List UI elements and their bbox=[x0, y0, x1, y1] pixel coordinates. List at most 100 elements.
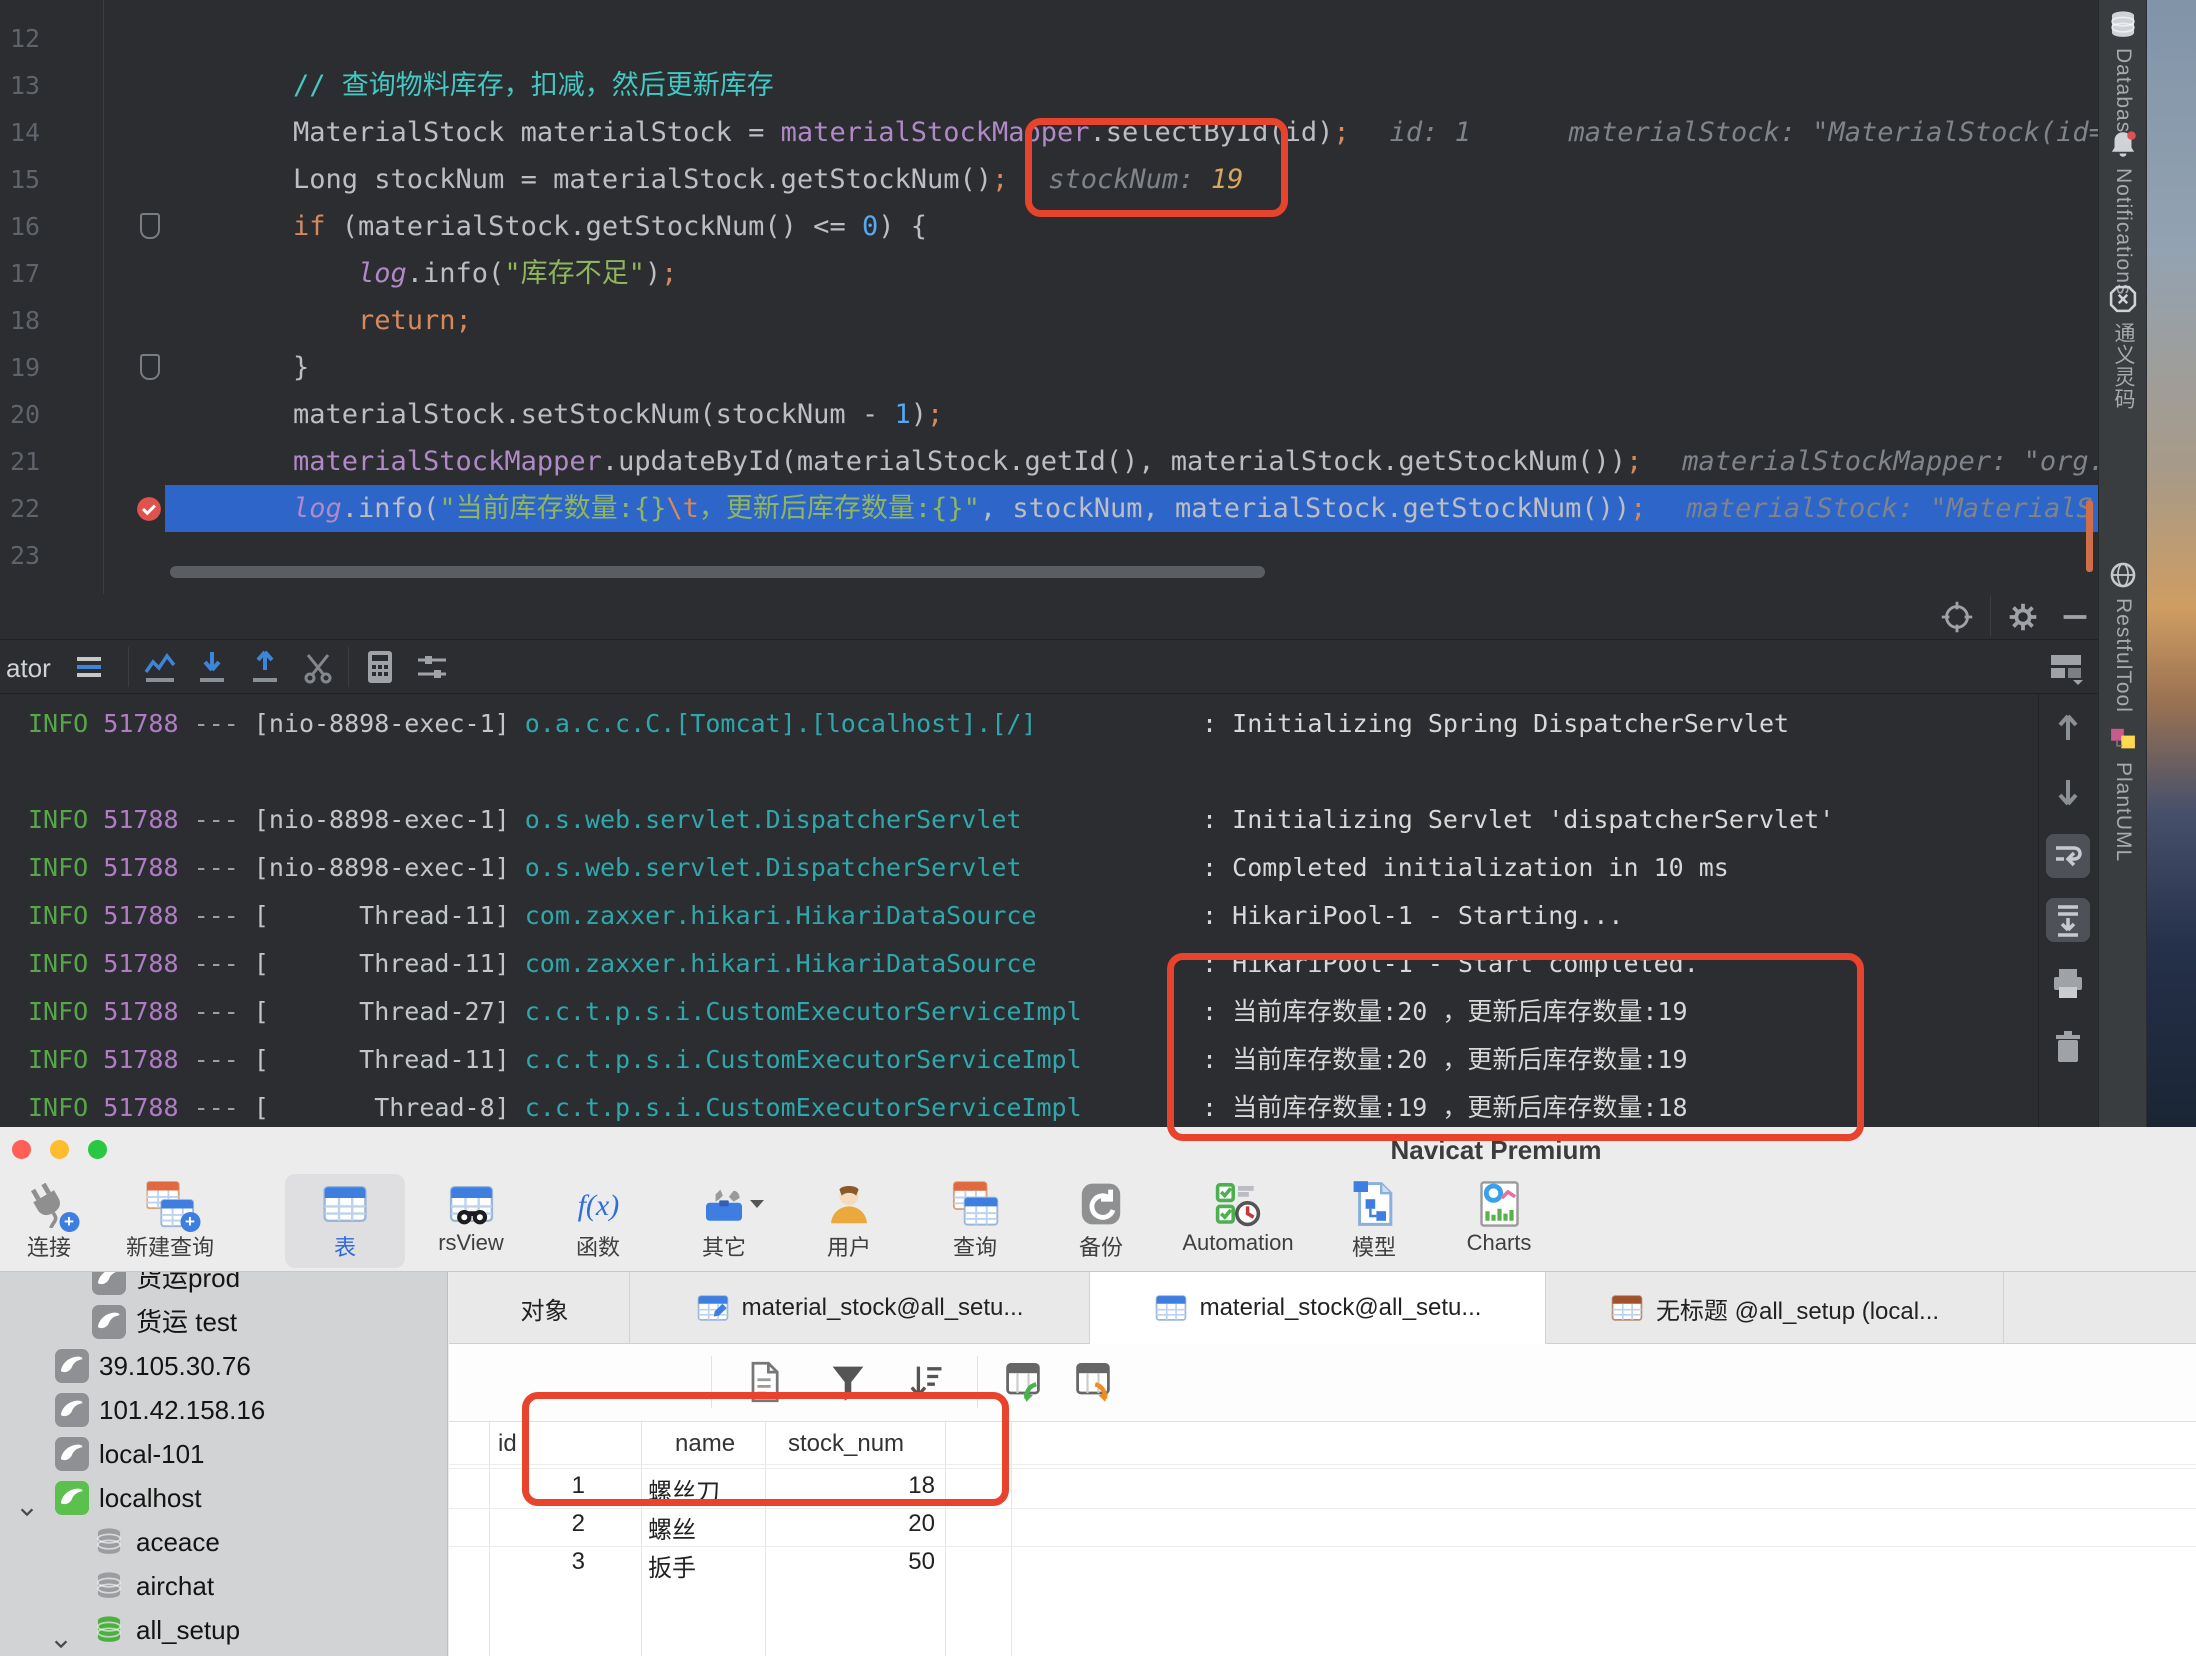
fold-marker-icon[interactable] bbox=[140, 213, 160, 239]
rail-item-label: PlantUML bbox=[2111, 762, 2135, 862]
breakpoint-icon[interactable] bbox=[132, 492, 166, 526]
log-segment: 51788 bbox=[88, 709, 178, 738]
code-line: return; bbox=[165, 297, 2098, 344]
grid-column-line bbox=[1011, 1422, 1012, 1656]
rail-item-notifications[interactable]: Notifications bbox=[2099, 128, 2147, 300]
table-icon bbox=[321, 1180, 369, 1228]
import-icon[interactable] bbox=[1001, 1360, 1045, 1404]
rail-item--[interactable]: 通义灵码 bbox=[2099, 282, 2147, 415]
log-segment: INFO bbox=[28, 709, 88, 738]
gear-icon[interactable] bbox=[2004, 598, 2042, 636]
calculator-icon[interactable] bbox=[360, 647, 400, 687]
minimize-button[interactable] bbox=[50, 1140, 69, 1159]
arrow-up-icon[interactable] bbox=[2046, 706, 2090, 750]
log-segment: --- bbox=[179, 901, 254, 930]
automation-icon bbox=[1214, 1180, 1262, 1228]
tree-item-aceace[interactable]: aceace bbox=[0, 1520, 448, 1564]
log-segment: 51788 bbox=[88, 1045, 178, 1074]
log-segment: [nio-8898-exec-1] bbox=[254, 805, 525, 834]
editor-scrollbar-error-stripe[interactable] bbox=[2086, 500, 2093, 572]
toolbar-item-backup[interactable]: 备份 bbox=[1051, 1174, 1151, 1268]
printer-icon[interactable] bbox=[2046, 962, 2090, 1006]
tree-item-101-42-158-16[interactable]: 101.42.158.16 bbox=[0, 1388, 448, 1432]
cell-name[interactable]: 螺丝 bbox=[648, 1510, 696, 1545]
tree-item-airchat[interactable]: airchat bbox=[0, 1564, 448, 1608]
tab-3[interactable]: 无标题 @all_setup (local... bbox=[1546, 1272, 2004, 1344]
debug-chart-icon[interactable] bbox=[140, 647, 180, 687]
toolbar-item-toolbox[interactable]: 其它 bbox=[669, 1174, 779, 1268]
code-token: ; bbox=[992, 164, 1008, 195]
scroll-end-icon[interactable] bbox=[2046, 898, 2090, 942]
code-token: } bbox=[293, 352, 309, 383]
layout-icon[interactable] bbox=[2046, 647, 2086, 687]
mysql-connection-icon bbox=[92, 1272, 126, 1295]
tree-item-货运prod[interactable]: 货运prod bbox=[0, 1272, 448, 1300]
cell-stock-num[interactable]: 20 bbox=[779, 1510, 935, 1538]
toolbar-item-connection-plug[interactable]: +连接 bbox=[2, 1174, 97, 1268]
arrow-down-icon[interactable] bbox=[2046, 770, 2090, 814]
tree-item-label: 货运prod bbox=[136, 1272, 240, 1300]
hamburger-icon[interactable] bbox=[70, 647, 110, 687]
locate-icon[interactable] bbox=[1938, 598, 1976, 636]
grid-column-line bbox=[489, 1422, 490, 1656]
tab-2[interactable]: material_stock@all_setu... bbox=[1090, 1272, 1546, 1344]
toolbar-item-label: 其它 bbox=[669, 1230, 779, 1262]
cell-id[interactable]: 3 bbox=[489, 1548, 585, 1576]
tab-label: 无标题 @all_setup (local... bbox=[1656, 1291, 1939, 1326]
database-icon bbox=[2106, 8, 2140, 42]
tree-item-all-setup[interactable]: all_setup bbox=[0, 1608, 448, 1652]
step-up-icon[interactable] bbox=[245, 647, 285, 687]
rail-item-plantuml[interactable]: PlantUML bbox=[2099, 722, 2147, 867]
export-icon[interactable] bbox=[1071, 1360, 1115, 1404]
gutter-separator bbox=[103, 0, 104, 594]
code-line: } bbox=[165, 344, 2098, 391]
tab-0[interactable]: 对象 bbox=[460, 1272, 630, 1344]
chevron-down-icon[interactable] bbox=[18, 1490, 36, 1508]
filter-settings-icon[interactable] bbox=[412, 647, 452, 687]
cell-name[interactable]: 扳手 bbox=[648, 1548, 696, 1583]
tab-1[interactable]: material_stock@all_setu... bbox=[630, 1272, 1090, 1344]
trash-icon[interactable] bbox=[2046, 1026, 2090, 1070]
tree-item-货运-test[interactable]: 货运 test bbox=[0, 1300, 448, 1344]
toolbar-item-table[interactable]: 表 bbox=[285, 1174, 405, 1268]
toolbar-item-label: rsView bbox=[414, 1230, 529, 1256]
fold-marker-icon[interactable] bbox=[140, 354, 160, 380]
chevron-down-icon[interactable] bbox=[52, 1622, 70, 1640]
code-editor[interactable]: 1213// 查询物料库存，扣减，然后更新库存14MaterialStock m… bbox=[0, 0, 2098, 594]
mute-cut-icon[interactable] bbox=[298, 647, 338, 687]
tree-item-39-105-30-76[interactable]: 39.105.30.76 bbox=[0, 1344, 448, 1388]
close-button[interactable] bbox=[12, 1140, 31, 1159]
tree-item-localhost[interactable]: localhost bbox=[0, 1476, 448, 1520]
tree-item-local-101[interactable]: local-101 bbox=[0, 1432, 448, 1476]
log-line: INFO 51788 --- [nio-8898-exec-1] o.s.web… bbox=[28, 796, 1834, 844]
toolbar-item-query[interactable]: 查询 bbox=[925, 1174, 1025, 1268]
connection-tree[interactable]: 货运prod货运 test39.105.30.76101.42.158.16lo… bbox=[0, 1272, 448, 1656]
maximize-button[interactable] bbox=[88, 1140, 107, 1159]
toolbar-item-automation[interactable]: Automation bbox=[1158, 1174, 1318, 1268]
cell-id[interactable]: 2 bbox=[489, 1510, 585, 1538]
toolbar-item-label: 模型 bbox=[1324, 1230, 1424, 1262]
line-number: 19 bbox=[10, 344, 65, 391]
minimize-icon[interactable] bbox=[2056, 598, 2094, 636]
code-token: materialStock.setStockNum(stockNum - bbox=[293, 399, 894, 430]
toolbar-item-new-query[interactable]: +新建查询 bbox=[103, 1174, 238, 1268]
tree-item-label: airchat bbox=[136, 1564, 214, 1608]
rail-item-restfultool[interactable]: RestfulTool bbox=[2099, 558, 2147, 718]
toolbar-item-model[interactable]: 模型 bbox=[1324, 1174, 1424, 1268]
globe-icon bbox=[2106, 558, 2140, 592]
cell-stock-num[interactable]: 50 bbox=[779, 1548, 935, 1576]
bell-icon bbox=[2106, 128, 2140, 162]
line-number: 18 bbox=[10, 297, 65, 344]
code-token: Long stockNum = materialStock.getStockNu… bbox=[293, 164, 992, 195]
navicat-titlebar[interactable]: Navicat Premium bbox=[0, 1127, 2196, 1171]
toolbar-item-charts[interactable]: Charts bbox=[1442, 1174, 1557, 1268]
editor-horizontal-scrollbar[interactable] bbox=[170, 566, 1265, 578]
soft-wrap-icon[interactable] bbox=[2046, 834, 2090, 878]
plus-badge: + bbox=[180, 1212, 200, 1232]
toolbar-item-user[interactable]: 用户 bbox=[799, 1174, 899, 1268]
step-down-icon[interactable] bbox=[192, 647, 232, 687]
toolbar-item-function[interactable]: f(x)函数 bbox=[548, 1174, 648, 1268]
toolbar-item-view[interactable]: rsView bbox=[414, 1174, 529, 1268]
column-header-id[interactable]: id bbox=[498, 1430, 517, 1458]
table-blue-icon bbox=[1154, 1291, 1188, 1325]
